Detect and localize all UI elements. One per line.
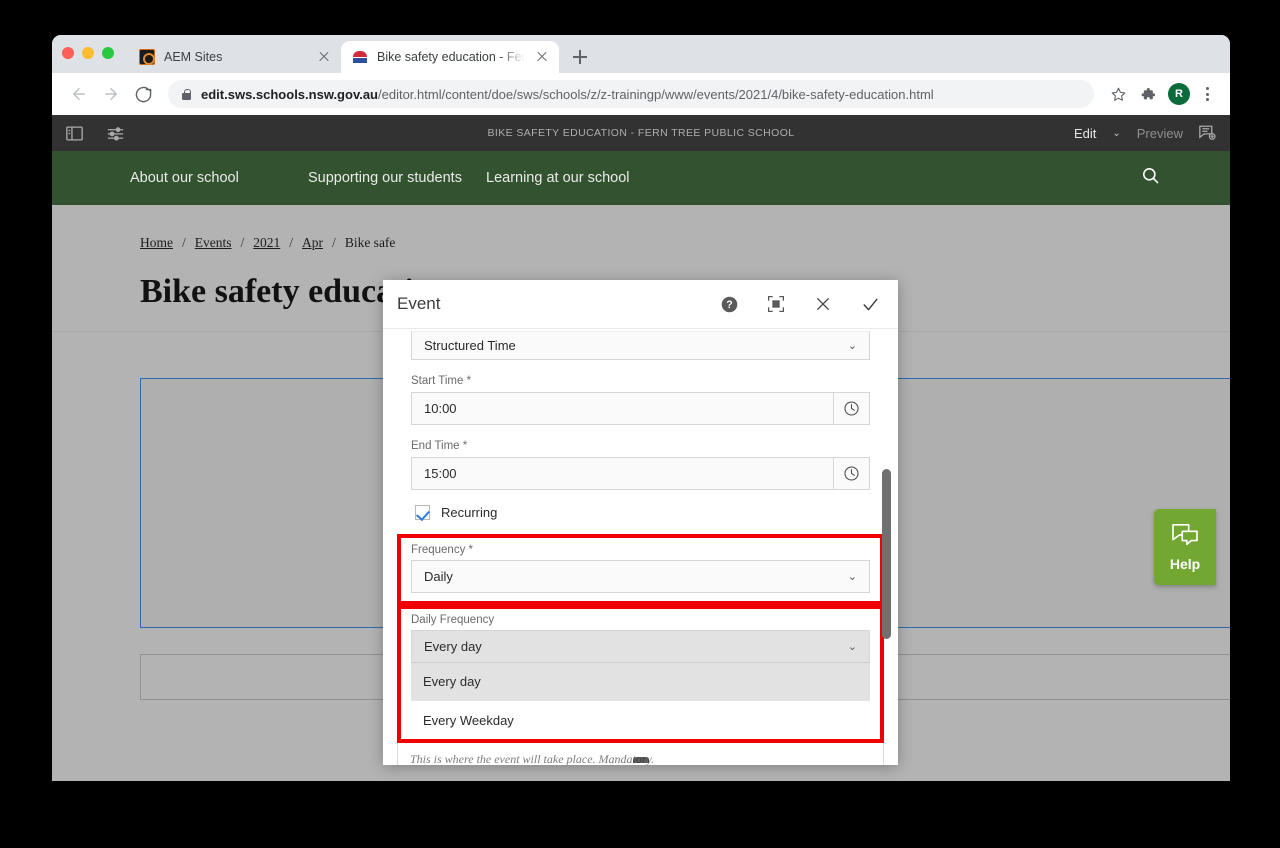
daily-frequency-label: Daily Frequency	[411, 614, 495, 626]
chevron-down-icon: ⌄	[847, 571, 857, 583]
dialog-scrollbar[interactable]	[882, 329, 891, 765]
minimize-window-button[interactable]	[82, 47, 94, 59]
clock-icon[interactable]	[833, 458, 869, 489]
close-tab-icon[interactable]	[534, 49, 550, 65]
breadcrumb-item-current: Bike safe	[344, 235, 396, 250]
aem-editor-toolbar: BIKE SAFETY EDUCATION - FERN TREE PUBLIC…	[52, 115, 1230, 151]
frequency-label: Frequency *	[411, 544, 474, 556]
browser-menu-button[interactable]	[1196, 83, 1218, 105]
dialog-bottom-handle[interactable]	[632, 757, 649, 763]
breadcrumb-item-home[interactable]: Home	[140, 235, 173, 251]
help-widget-button[interactable]: Help	[1154, 509, 1216, 585]
side-panel-icon[interactable]	[66, 125, 83, 141]
fullscreen-icon[interactable]	[767, 295, 785, 313]
end-time-value: 15:00	[424, 466, 457, 481]
preview-button[interactable]: Preview	[1137, 126, 1183, 141]
end-time-label: End Time *	[411, 440, 468, 452]
address-bar[interactable]: edit.sws.schools.nsw.gov.au/editor.html/…	[168, 80, 1094, 108]
school-crest-icon	[352, 49, 368, 65]
daily-frequency-value: Every day	[424, 639, 482, 654]
daily-frequency-options-list: Every day Every Weekday	[411, 663, 870, 739]
browser-window: AEM Sites Bike safety education - Fern T…	[52, 35, 1230, 781]
start-time-field: Start Time * 10:00	[411, 375, 870, 425]
aem-icon	[139, 49, 155, 65]
nav-item-about-our-school[interactable]: About our school	[130, 170, 308, 187]
window-traffic-lights	[62, 35, 128, 73]
url-text: edit.sws.schools.nsw.gov.au/editor.html/…	[201, 87, 934, 102]
end-time-field: End Time * 15:00	[411, 440, 870, 490]
url-path: /editor.html/content/doe/sws/schools/z/z…	[378, 86, 934, 102]
close-window-button[interactable]	[62, 47, 74, 59]
frequency-highlight-box: Frequency * Daily ⌄	[397, 534, 884, 605]
event-type-select[interactable]: Structured Time ⌄	[411, 331, 870, 360]
start-time-label: Start Time *	[411, 375, 472, 387]
breadcrumb-separator: /	[240, 235, 245, 250]
daily-frequency-select[interactable]: Every day ⌄	[411, 630, 870, 663]
browser-tab-title: AEM Sites	[164, 50, 223, 64]
extensions-puzzle-icon[interactable]	[1134, 80, 1162, 108]
maximize-window-button[interactable]	[102, 47, 114, 59]
close-icon[interactable]	[814, 295, 832, 313]
recurring-checkbox-row[interactable]: Recurring	[415, 505, 870, 520]
page-properties-icon[interactable]	[107, 126, 124, 141]
breadcrumb-item-2021[interactable]: 2021	[253, 235, 280, 251]
site-navigation: About our school Supporting our students…	[52, 151, 1230, 205]
check-icon[interactable]	[861, 295, 880, 314]
daily-frequency-option-every-day[interactable]: Every day	[411, 663, 870, 701]
back-button[interactable]	[64, 79, 94, 109]
help-icon[interactable]: ?	[721, 296, 738, 313]
forward-button[interactable]	[96, 79, 126, 109]
breadcrumb-separator: /	[332, 235, 336, 250]
frequency-value: Daily	[424, 569, 453, 584]
search-icon[interactable]	[1141, 166, 1160, 190]
nav-item-learning-at-our-school[interactable]: Learning at our school	[486, 170, 664, 187]
url-host: edit.sws.schools.nsw.gov.au	[201, 86, 378, 102]
annotate-icon[interactable]	[1199, 125, 1216, 141]
chevron-down-icon[interactable]: ⌄	[1112, 128, 1120, 139]
browser-tab-bike-safety[interactable]: Bike safety education - Fern Tr	[341, 41, 559, 73]
event-dialog: Event ? Structured Time ⌄ Start Time * 1…	[383, 280, 898, 765]
browser-tab-title: Bike safety education - Fern Tr	[377, 50, 525, 64]
end-time-input[interactable]: 15:00	[411, 457, 870, 490]
dialog-scrollbar-thumb[interactable]	[882, 469, 891, 639]
chevron-down-icon: ⌄	[847, 641, 857, 653]
frequency-select[interactable]: Daily ⌄	[411, 560, 870, 593]
nav-item-supporting-our-students[interactable]: Supporting our students	[308, 170, 486, 187]
aem-page-title: BIKE SAFETY EDUCATION - FERN TREE PUBLIC…	[487, 127, 795, 139]
breadcrumb-item-apr[interactable]: Apr	[302, 235, 323, 251]
location-hint-text: This is where the event will take place.…	[410, 752, 655, 765]
dialog-header: Event ?	[383, 280, 898, 329]
recurring-checkbox[interactable]	[415, 505, 430, 520]
dialog-form-scroll-area[interactable]: Structured Time ⌄ Start Time * 10:00 End…	[383, 329, 898, 765]
tab-strip: AEM Sites Bike safety education - Fern T…	[52, 35, 1230, 73]
new-tab-button[interactable]	[566, 43, 594, 71]
help-widget-label: Help	[1169, 555, 1201, 572]
start-time-value: 10:00	[424, 401, 457, 416]
daily-frequency-highlight-box: Daily Frequency Every day ⌄ Every day Ev…	[397, 605, 884, 743]
svg-text:?: ?	[726, 299, 732, 311]
browser-toolbar: edit.sws.schools.nsw.gov.au/editor.html/…	[52, 73, 1230, 115]
event-type-value: Structured Time	[424, 338, 516, 353]
breadcrumb-separator: /	[289, 235, 294, 250]
daily-frequency-option-every-weekday[interactable]: Every Weekday	[411, 701, 870, 739]
dialog-title: Event	[397, 294, 441, 313]
browser-tab-aem-sites[interactable]: AEM Sites	[128, 41, 341, 73]
breadcrumb-item-events[interactable]: Events	[195, 235, 232, 251]
dialog-actions: ?	[721, 295, 880, 314]
lock-icon	[182, 88, 191, 100]
chevron-down-icon: ⌄	[847, 340, 857, 352]
close-tab-icon[interactable]	[316, 49, 332, 65]
start-time-input[interactable]: 10:00	[411, 392, 870, 425]
reload-button[interactable]	[128, 79, 158, 109]
recurring-label: Recurring	[441, 505, 498, 520]
bookmark-star-icon[interactable]	[1104, 80, 1132, 108]
page-viewport: BIKE SAFETY EDUCATION - FERN TREE PUBLIC…	[52, 115, 1230, 781]
breadcrumb: Home / Events / 2021 / Apr / Bike safe	[140, 235, 395, 251]
edit-mode-selector[interactable]: Edit	[1074, 126, 1096, 141]
event-type-field: Structured Time ⌄	[411, 331, 870, 360]
chat-bubbles-icon	[1171, 523, 1199, 552]
clock-icon[interactable]	[833, 393, 869, 424]
breadcrumb-separator: /	[182, 235, 186, 250]
avatar[interactable]: R	[1168, 83, 1190, 105]
